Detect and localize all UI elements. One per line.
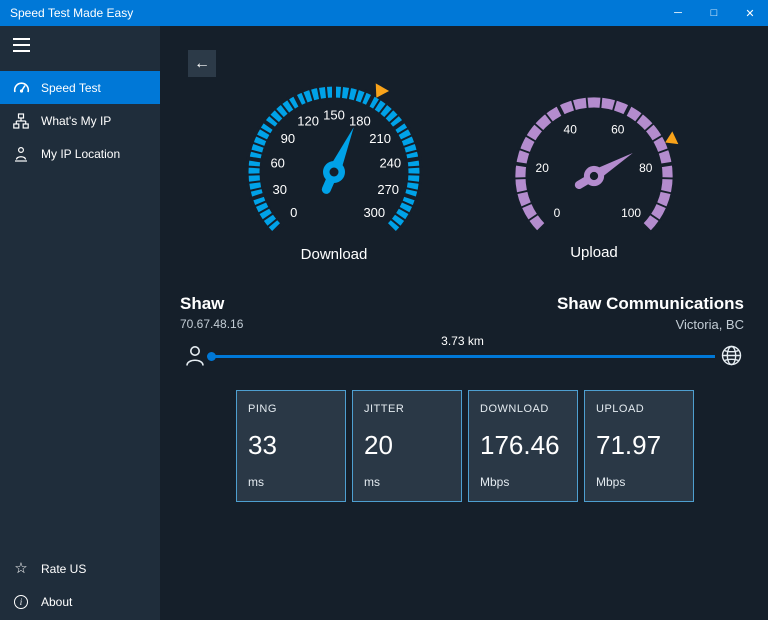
sidebar-item-my-ip-location[interactable]: My IP Location [0,137,160,170]
sidebar-nav: Speed Test What's My IP My IP Location [0,71,160,170]
isp-info: Shaw 70.67.48.16 [180,294,243,332]
sidebar-item-label: My IP Location [41,147,120,161]
star-icon: ☆ [12,560,30,578]
hamburger-icon [13,38,30,40]
download-gauge-dial: 030 60 90120 150 180 210 240 270 300 [234,72,434,244]
back-arrow-icon: ← [194,55,210,72]
svg-text:300: 300 [363,205,385,220]
upload-gauge-label: Upload [502,244,686,261]
stat-unit: Mbps [596,475,682,489]
back-button[interactable]: ← [188,50,216,77]
stat-unit: ms [248,475,334,489]
svg-text:150: 150 [323,108,345,123]
sidebar-item-about[interactable]: i About [0,585,160,618]
sidebar-item-label: Speed Test [41,81,101,95]
sidebar: Speed Test What's My IP My IP Location ☆… [0,26,160,620]
svg-text:100: 100 [621,206,641,220]
svg-text:20: 20 [536,161,550,175]
isp-name: Shaw [180,294,243,314]
minimize-button[interactable]: ─ [660,0,696,26]
server-info: Shaw Communications Victoria, BC [557,294,744,332]
sidebar-item-rate-us[interactable]: ☆ Rate US [0,552,160,585]
close-button[interactable]: ✕ [732,0,768,26]
maximize-button[interactable]: □ [696,0,732,26]
stat-label: UPLOAD [596,403,682,415]
stat-label: JITTER [364,403,450,415]
stat-value: 71.97 [596,430,682,461]
stat-value: 20 [364,430,450,461]
sidebar-footer: ☆ Rate US i About [0,552,160,618]
stat-card-upload: UPLOAD 71.97 Mbps [584,390,694,502]
svg-text:30: 30 [273,182,287,197]
distance-label: 3.73 km [210,334,715,348]
stat-card-download: DOWNLOAD 176.46 Mbps [468,390,578,502]
sidebar-item-label: What's My IP [41,114,111,128]
connection-info-row: Shaw 70.67.48.16 Shaw Communications Vic… [180,294,744,332]
network-sitemap-icon [12,112,30,130]
stat-unit: ms [364,475,450,489]
download-gauge: 030 60 90120 150 180 210 240 270 300 Download [234,72,434,263]
server-location: Victoria, BC [557,317,744,332]
svg-text:40: 40 [564,122,578,136]
titlebar: Speed Test Made Easy ─ □ ✕ [0,0,768,26]
stat-value: 176.46 [480,430,566,461]
svg-text:60: 60 [611,122,625,136]
sidebar-item-label: About [41,595,72,609]
stat-card-ping: PING 33 ms [236,390,346,502]
person-icon [184,344,206,373]
stat-label: PING [248,403,334,415]
window-controls: ─ □ ✕ [660,0,768,26]
globe-icon [720,344,743,372]
svg-text:180: 180 [349,114,371,129]
svg-text:60: 60 [270,156,284,171]
gauge-icon [12,79,30,97]
sidebar-item-speed-test[interactable]: Speed Test [0,71,160,104]
main-content: ← 0306090120150180210240270300 Download … [160,26,768,620]
location-person-icon [12,145,30,163]
isp-ip-address: 70.67.48.16 [180,317,243,331]
upload-gauge-dial: 0 20 40 60 80 100 [502,84,686,242]
stat-value: 33 [248,430,334,461]
route-line [210,355,715,358]
svg-text:0: 0 [290,205,297,220]
stat-label: DOWNLOAD [480,403,566,415]
hamburger-menu-button[interactable] [0,26,43,62]
window-title: Speed Test Made Easy [10,6,133,20]
svg-text:240: 240 [379,156,401,171]
sidebar-item-label: Rate US [41,562,86,576]
svg-text:0: 0 [554,206,561,220]
download-gauge-label: Download [234,246,434,263]
svg-text:120: 120 [297,114,319,129]
info-icon: i [12,593,30,611]
svg-text:270: 270 [377,182,399,197]
svg-text:80: 80 [639,161,653,175]
svg-text:90: 90 [281,131,295,146]
upload-gauge: 0 20 40 60 80 100 Upload [502,84,686,261]
stat-unit: Mbps [480,475,566,489]
sidebar-item-whats-my-ip[interactable]: What's My IP [0,104,160,137]
svg-text:210: 210 [369,131,391,146]
stat-card-jitter: JITTER 20 ms [352,390,462,502]
server-name: Shaw Communications [557,294,744,314]
